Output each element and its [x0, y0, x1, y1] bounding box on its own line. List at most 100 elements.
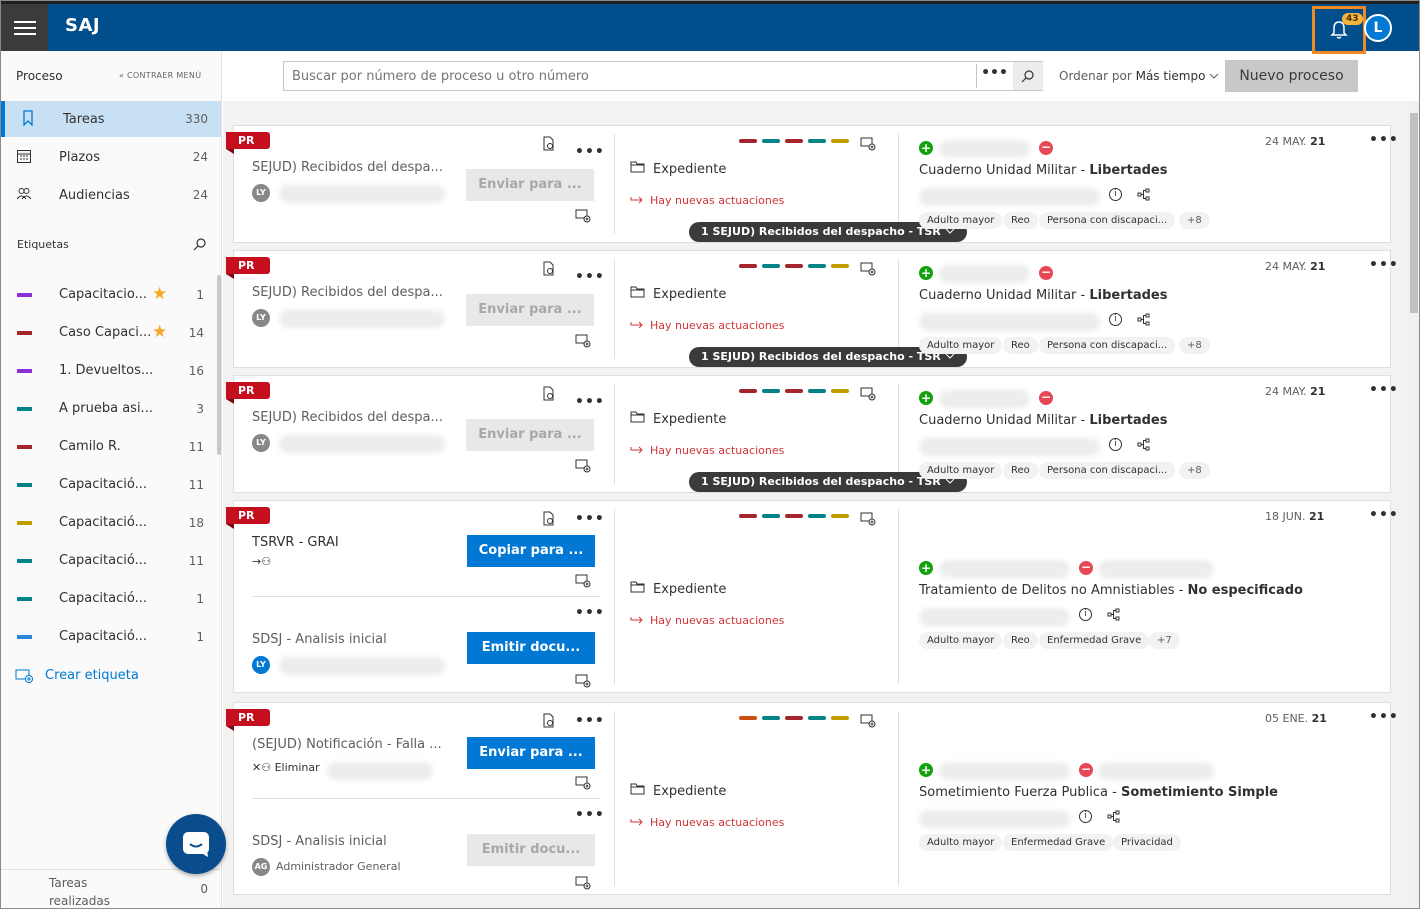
tag-chip[interactable]: Enfermedad Grave: [1003, 834, 1114, 851]
user-avatar[interactable]: L: [1364, 14, 1392, 42]
comment-add-icon[interactable]: [575, 775, 591, 794]
sidebar-item-tareas[interactable]: Tareas 330: [1, 101, 221, 137]
task-action-button[interactable]: Enviar para ...: [467, 737, 595, 769]
process-card[interactable]: PR SEJUD) Recibidos del despa... LY Enviar …: [226, 375, 1398, 493]
expediente-link[interactable]: Expediente: [630, 581, 726, 597]
comment-add-icon[interactable]: [575, 875, 591, 894]
info-icon[interactable]: i: [1079, 810, 1092, 823]
star-icon[interactable]: ★: [152, 284, 167, 304]
hierarchy-icon[interactable]: [1137, 437, 1151, 456]
task-action-button[interactable]: Copiar para ...: [467, 535, 595, 567]
sidebar-tag-item[interactable]: Capacitació... 11: [1, 542, 217, 580]
sidebar-tag-item[interactable]: A prueba asi... 3: [1, 390, 217, 428]
document-icon[interactable]: [542, 713, 556, 732]
more-options-button[interactable]: •••: [575, 394, 605, 410]
notifications-button[interactable]: 43: [1312, 6, 1366, 54]
hierarchy-icon[interactable]: [1107, 809, 1121, 828]
search-button[interactable]: [1013, 62, 1043, 90]
tag-chip[interactable]: Adulto mayor: [919, 212, 1003, 229]
info-icon[interactable]: i: [1079, 608, 1092, 621]
card-more-button[interactable]: •••: [1369, 507, 1399, 523]
task-title[interactable]: TSRVR - GRAI: [252, 535, 339, 550]
comment-add-icon[interactable]: [575, 458, 591, 477]
new-process-button[interactable]: Nuevo proceso: [1225, 60, 1358, 92]
expediente-link[interactable]: Expediente: [630, 783, 726, 799]
document-icon[interactable]: [542, 261, 556, 280]
remove-party-icon[interactable]: −: [1079, 561, 1093, 575]
hierarchy-icon[interactable]: [1107, 607, 1121, 626]
add-party-icon[interactable]: +: [919, 141, 933, 155]
tag-chip[interactable]: Privacidad: [1113, 834, 1181, 851]
more-options-button[interactable]: •••: [575, 269, 605, 285]
add-party-icon[interactable]: +: [919, 391, 933, 405]
tag-chip[interactable]: Persona con discapaci...: [1039, 212, 1176, 229]
task-action-button[interactable]: Emitir docu...: [467, 834, 595, 866]
hierarchy-icon[interactable]: [1137, 312, 1151, 331]
search-input[interactable]: [284, 62, 974, 90]
tag-chip[interactable]: Adulto mayor: [919, 834, 1003, 851]
list-scrollbar[interactable]: [1407, 101, 1419, 908]
star-icon[interactable]: ★: [152, 322, 167, 342]
scroll-thumb[interactable]: [1410, 113, 1418, 313]
tag-chip[interactable]: Reo: [1003, 632, 1038, 649]
task-title[interactable]: SDSJ - Analisis inicial: [252, 632, 387, 647]
remove-party-icon[interactable]: −: [1079, 763, 1093, 777]
sidebar-item-audiencias[interactable]: Audiencias 24: [1, 177, 221, 213]
task-action-button[interactable]: Enviar para ...: [466, 419, 594, 451]
task-title[interactable]: SEJUD) Recibidos del despa...: [252, 160, 443, 175]
comment-add-icon[interactable]: [860, 386, 876, 405]
task-title[interactable]: SEJUD) Recibidos del despa...: [252, 285, 443, 300]
tag-chip[interactable]: Reo: [1003, 337, 1038, 354]
assign-person-icon[interactable]: →⚇: [252, 555, 271, 568]
comment-add-icon[interactable]: [575, 573, 591, 592]
process-card[interactable]: PR SEJUD) Recibidos del despa... LY Enviar …: [226, 125, 1398, 243]
comment-add-icon[interactable]: [575, 208, 591, 227]
info-icon[interactable]: i: [1109, 313, 1122, 326]
process-card[interactable]: PR SEJUD) Recibidos del despa... LY Enviar …: [226, 250, 1398, 368]
more-tags-chip[interactable]: +7: [1149, 632, 1180, 649]
card-more-button[interactable]: •••: [1369, 257, 1399, 273]
sidebar-tag-item[interactable]: Caso Capaci... ★ 14: [1, 314, 217, 352]
menu-icon[interactable]: [1, 4, 48, 51]
comment-add-icon[interactable]: [860, 261, 876, 280]
hierarchy-icon[interactable]: [1137, 187, 1151, 206]
task-action-button[interactable]: Enviar para ...: [466, 294, 594, 326]
process-card[interactable]: PR (SEJUD) Notificación - Falla ... ✕⚇ Eli…: [226, 702, 1398, 895]
tag-chip[interactable]: Enfermedad Grave: [1039, 632, 1150, 649]
comment-add-icon[interactable]: [575, 333, 591, 352]
tag-chip[interactable]: Reo: [1003, 462, 1038, 479]
comment-add-icon[interactable]: [860, 136, 876, 155]
task-title[interactable]: SDSJ - Analisis inicial: [252, 834, 387, 849]
more-options-button[interactable]: •••: [575, 605, 605, 621]
sidebar-tag-item[interactable]: Capacitació... 1: [1, 618, 217, 656]
remove-party-icon[interactable]: −: [1039, 391, 1053, 405]
more-options-button[interactable]: •••: [575, 144, 605, 160]
new-actions-link[interactable]: Hay nuevas actuaciones: [630, 444, 784, 457]
document-icon[interactable]: [542, 386, 556, 405]
new-actions-link[interactable]: Hay nuevas actuaciones: [630, 816, 784, 829]
card-more-button[interactable]: •••: [1369, 709, 1399, 725]
info-icon[interactable]: i: [1109, 188, 1122, 201]
new-actions-link[interactable]: Hay nuevas actuaciones: [630, 614, 784, 627]
new-actions-link[interactable]: Hay nuevas actuaciones: [630, 319, 784, 332]
add-party-icon[interactable]: +: [919, 561, 933, 575]
add-party-icon[interactable]: +: [919, 266, 933, 280]
tag-chip[interactable]: Adulto mayor: [919, 462, 1003, 479]
process-card[interactable]: PR TSRVR - GRAI →⚇ Copiar para ... ••• SDSJ -…: [226, 500, 1398, 693]
sidebar-scrollbar[interactable]: [217, 275, 221, 455]
tag-chip[interactable]: Persona con discapaci...: [1039, 337, 1176, 354]
more-options-button[interactable]: •••: [575, 807, 605, 823]
remove-party-icon[interactable]: −: [1039, 141, 1053, 155]
chat-button[interactable]: [166, 814, 226, 874]
remove-assignee[interactable]: ✕⚇ Eliminar: [252, 761, 320, 774]
more-tags-chip[interactable]: +8: [1179, 462, 1210, 479]
expediente-link[interactable]: Expediente: [630, 411, 726, 427]
order-dropdown[interactable]: Ordenar por Más tiempo: [1059, 69, 1219, 83]
done-tasks-item[interactable]: Tareas realizadas 0: [1, 869, 221, 908]
comment-add-icon[interactable]: [575, 673, 591, 692]
add-party-icon[interactable]: +: [919, 763, 933, 777]
document-icon[interactable]: [542, 511, 556, 530]
tag-chip[interactable]: Adulto mayor: [919, 632, 1003, 649]
task-action-button[interactable]: Enviar para ...: [466, 169, 594, 201]
more-options-button[interactable]: •••: [575, 713, 605, 729]
